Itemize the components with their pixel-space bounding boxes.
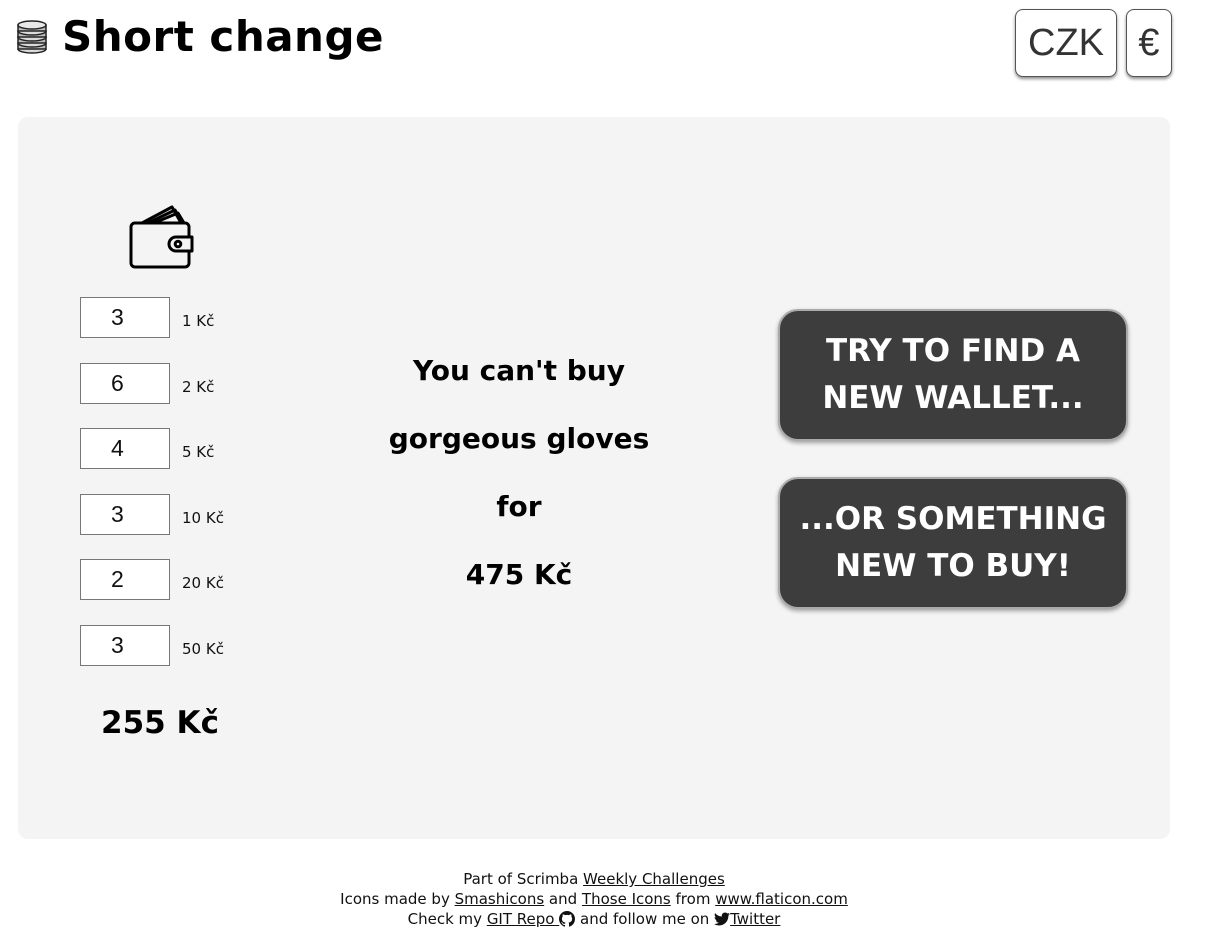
coin-row-20: 20 Kč [80, 559, 224, 600]
footer: Part of Scrimba Weekly Challenges Icons … [0, 869, 1188, 929]
coin-row-2: 2 Kč [80, 363, 214, 404]
twitter-link[interactable]: Twitter [714, 910, 780, 928]
coin-row-10: 10 Kč [80, 494, 224, 535]
currency-czk-button[interactable]: CZK [1015, 9, 1117, 77]
message-line-1: You can't buy [413, 354, 625, 387]
new-item-button[interactable]: ...or something new to buy! [778, 477, 1128, 609]
weekly-challenges-link[interactable]: Weekly Challenges [583, 870, 725, 888]
coin-count-input-50[interactable] [80, 625, 170, 666]
coin-row-50: 50 Kč [80, 625, 224, 666]
currency-eur-button[interactable]: € [1126, 9, 1172, 77]
coin-count-input-10[interactable] [80, 494, 170, 535]
coin-count-input-2[interactable] [80, 363, 170, 404]
coin-count-input-1[interactable] [80, 297, 170, 338]
those-icons-link[interactable]: Those Icons [582, 890, 671, 908]
coin-denomination-label: 1 Kč [182, 311, 215, 330]
coins-icon [17, 20, 47, 54]
message-line-3: for [496, 490, 542, 523]
title-wrap: Short change [16, 10, 384, 64]
twitter-label: Twitter [730, 910, 781, 928]
new-wallet-button[interactable]: Try to find a new wallet... [778, 309, 1128, 441]
message-line-2: gorgeous gloves [388, 422, 650, 455]
message-price: 475 Kč [465, 558, 573, 591]
coin-count-input-20[interactable] [80, 559, 170, 600]
footer-line-3: Check my GIT Repo and follow me on Twitt… [0, 909, 1188, 929]
result-message: You can't buy gorgeous gloves for 475 Kč [336, 337, 702, 609]
github-icon [559, 911, 576, 927]
footer-text: Icons made by [340, 890, 455, 908]
header: Short change CZK € [0, 0, 1208, 100]
coin-denomination-label: 20 Kč [182, 573, 224, 592]
page-title: Short change [62, 12, 385, 61]
wallet-icon [129, 205, 194, 269]
coin-denomination-label: 5 Kč [182, 442, 215, 461]
footer-text: from [670, 890, 716, 908]
twitter-icon [714, 912, 731, 926]
flaticon-link[interactable]: www.flaticon.com [715, 890, 848, 908]
smashicons-link[interactable]: Smashicons [455, 890, 545, 908]
footer-text: and follow me on [575, 910, 715, 928]
git-repo-label: GIT Repo [486, 910, 555, 928]
footer-text: Part of Scrimba [463, 870, 584, 888]
coin-row-1: 1 Kč [80, 297, 214, 338]
currency-switcher: CZK € [1015, 9, 1172, 77]
coin-denomination-label: 10 Kč [182, 508, 224, 527]
git-repo-link[interactable]: GIT Repo [486, 910, 576, 928]
footer-line-2: Icons made by Smashicons and Those Icons… [0, 889, 1188, 909]
footer-line-1: Part of Scrimba Weekly Challenges [0, 869, 1188, 889]
wallet-total: 255 Kč [101, 705, 219, 741]
coin-denomination-label: 50 Kč [182, 639, 224, 658]
footer-text: Check my [407, 910, 487, 928]
coin-denomination-label: 2 Kč [182, 377, 215, 396]
coin-count-input-5[interactable] [80, 428, 170, 469]
coin-row-5: 5 Kč [80, 428, 214, 469]
main-panel: 1 Kč 2 Kč 5 Kč 10 Kč 20 Kč 50 Kč 255 Kč … [18, 117, 1170, 839]
footer-text: and [544, 890, 582, 908]
